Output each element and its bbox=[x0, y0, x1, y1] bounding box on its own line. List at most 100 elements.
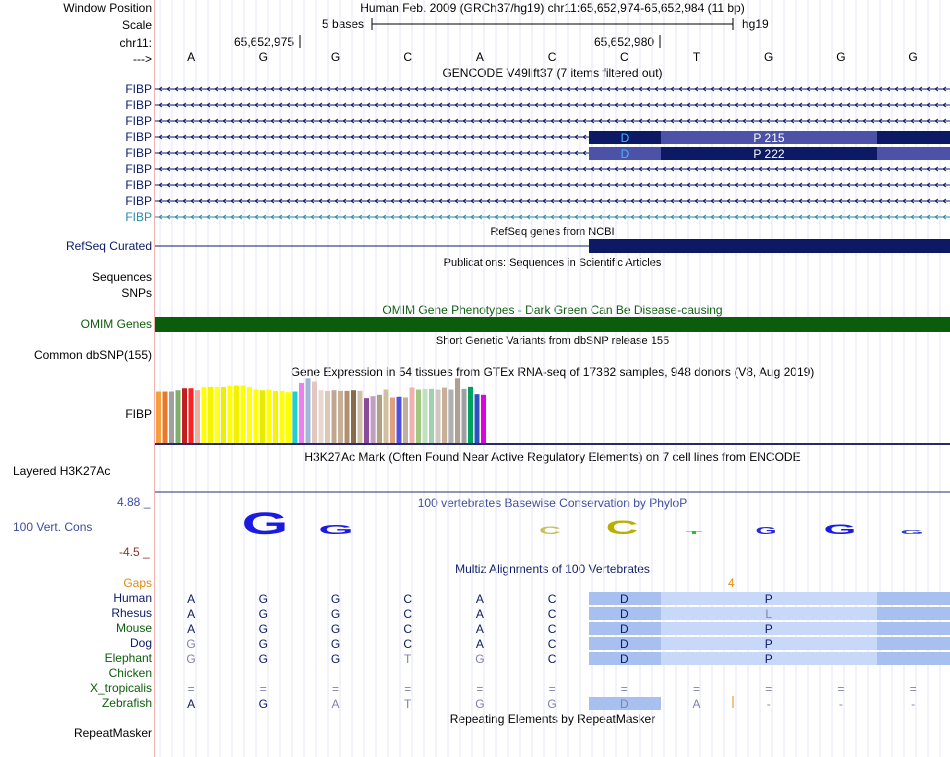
maf-base: D bbox=[620, 592, 629, 606]
base-letter: T bbox=[693, 50, 701, 64]
maf-codon-block bbox=[877, 637, 950, 650]
gtex-bar bbox=[292, 391, 298, 443]
phylop-glyph: C bbox=[606, 517, 639, 539]
maf-base: G bbox=[186, 637, 195, 651]
maf-base: G bbox=[331, 592, 340, 606]
phylop-glyph: G bbox=[756, 526, 777, 537]
gtex-bar bbox=[338, 390, 343, 443]
maf-base: T bbox=[404, 697, 412, 711]
gtex-bar bbox=[461, 388, 467, 443]
gtex-bar bbox=[221, 386, 226, 443]
maf-base: = bbox=[910, 682, 917, 696]
species-label[interactable]: Rhesus bbox=[0, 606, 152, 620]
base-letter: A bbox=[476, 50, 484, 64]
maf-base: A bbox=[476, 592, 484, 606]
phylop-glyph: G bbox=[900, 529, 923, 536]
gtex-bar bbox=[279, 390, 285, 443]
gtex-bar bbox=[266, 389, 272, 443]
maf-base: = bbox=[188, 682, 195, 696]
gencode-item-label[interactable]: FIBP bbox=[0, 82, 152, 96]
maf-base: G bbox=[259, 652, 268, 666]
gtex-bar bbox=[435, 389, 441, 443]
gtex-bar bbox=[188, 388, 194, 443]
maf-base: A bbox=[187, 607, 195, 621]
maf-base: G bbox=[331, 622, 340, 636]
maf-base: A bbox=[476, 622, 484, 636]
gtex-bar bbox=[468, 386, 473, 443]
maf-base: T bbox=[404, 652, 412, 666]
maf-base: C bbox=[403, 607, 412, 621]
maf-base: P bbox=[765, 592, 773, 606]
codon-label: P 215 bbox=[753, 131, 784, 145]
maf-base: C bbox=[403, 592, 412, 606]
maf-base: G bbox=[259, 697, 268, 711]
maf-base: D bbox=[620, 607, 629, 621]
species-label[interactable]: Dog bbox=[0, 636, 152, 650]
genome-browser-image[interactable]: Window Position Human Feb. 2009 (GRCh37/… bbox=[0, 0, 950, 757]
gencode-item-label[interactable]: FIBP bbox=[0, 194, 152, 208]
species-label[interactable]: Mouse bbox=[0, 621, 152, 635]
gencode-item-label[interactable]: FIBP bbox=[0, 146, 152, 160]
gtex-bar bbox=[357, 390, 363, 443]
gtex-bar bbox=[299, 382, 304, 443]
gtex-bar bbox=[175, 390, 181, 443]
gtex-bar bbox=[318, 390, 324, 443]
gtex-bar bbox=[396, 396, 402, 443]
gtex-bar bbox=[156, 391, 161, 443]
gtex-bar bbox=[442, 387, 447, 443]
maf-base: P bbox=[765, 652, 773, 666]
maf-base: = bbox=[621, 682, 628, 696]
gtex-bar bbox=[416, 389, 421, 443]
gencode-item-label[interactable]: FIBP bbox=[0, 178, 152, 192]
maf-base: A bbox=[187, 622, 195, 636]
maf-base: G bbox=[475, 697, 484, 711]
maf-base: G bbox=[547, 697, 556, 711]
phylop-glyph: G bbox=[242, 507, 289, 541]
gencode-item-label[interactable]: FIBP bbox=[0, 114, 152, 128]
gtex-bar bbox=[422, 388, 428, 443]
maf-base: G bbox=[331, 652, 340, 666]
maf-base: A bbox=[476, 637, 484, 651]
maf-codon-block bbox=[877, 607, 950, 620]
gencode-item-label[interactable]: FIBP bbox=[0, 210, 152, 224]
maf-base: P bbox=[765, 637, 773, 651]
gtex-bar bbox=[286, 392, 291, 443]
maf-base: = bbox=[693, 682, 700, 696]
maf-base: C bbox=[403, 622, 412, 636]
species-label[interactable]: X_tropicalis bbox=[0, 681, 152, 695]
maf-base: = bbox=[260, 682, 267, 696]
gencode-item-label[interactable]: FIBP bbox=[0, 130, 152, 144]
codon-label: D bbox=[621, 147, 630, 161]
phylop-glyph: C bbox=[539, 524, 561, 537]
species-label[interactable]: Zebrafish bbox=[0, 696, 152, 710]
refseq-exon bbox=[589, 239, 950, 253]
codon-block bbox=[877, 147, 950, 160]
base-letter: G bbox=[259, 50, 268, 64]
species-label[interactable]: Chicken bbox=[0, 666, 152, 680]
maf-base: D bbox=[620, 652, 629, 666]
maf-base: G bbox=[186, 652, 195, 666]
gtex-bar bbox=[227, 385, 233, 443]
gtex-bar bbox=[195, 390, 200, 443]
gencode-item-label[interactable]: FIBP bbox=[0, 162, 152, 176]
gtex-bar bbox=[273, 390, 278, 443]
gtex-bar bbox=[240, 385, 246, 443]
base-letter: G bbox=[836, 50, 845, 64]
gtex-bar bbox=[455, 378, 460, 443]
gtex-bar bbox=[253, 389, 259, 443]
maf-base: - bbox=[839, 697, 843, 711]
maf-base: D bbox=[620, 697, 629, 711]
maf-base: G bbox=[331, 607, 340, 621]
gtex-bar bbox=[169, 391, 174, 443]
gtex-bar bbox=[305, 378, 311, 443]
gtex-bar bbox=[351, 390, 356, 443]
phylop-glyph: G bbox=[824, 521, 857, 537]
maf-base: C bbox=[548, 652, 557, 666]
gtex-bar bbox=[448, 389, 454, 443]
species-label[interactable]: Elephant bbox=[0, 651, 152, 665]
gtex-bar bbox=[364, 398, 369, 443]
base-letter: G bbox=[331, 50, 340, 64]
species-label[interactable]: Human bbox=[0, 591, 152, 605]
maf-base: A bbox=[692, 697, 700, 711]
gencode-item-label[interactable]: FIBP bbox=[0, 98, 152, 112]
